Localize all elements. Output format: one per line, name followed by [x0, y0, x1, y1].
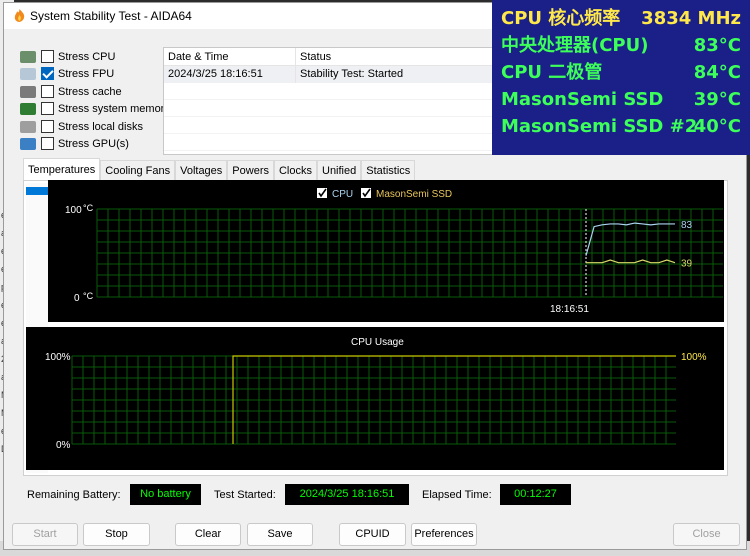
tab-cooling-fans[interactable]: Cooling Fans	[100, 160, 176, 180]
checkbox[interactable]	[41, 102, 54, 115]
stress-option-label: Stress CPU	[58, 50, 116, 63]
overlay-row: MasonSemi SSD 39°C	[501, 87, 741, 113]
checkbox[interactable]	[41, 120, 54, 133]
series-line-cpu	[585, 222, 675, 256]
cpu-usage-chart-svg: CPU Usage 100% 0% 100%	[45, 337, 707, 451]
chart-title: CPU Usage	[351, 337, 404, 348]
log-row-status: Stability Test: Started	[300, 68, 404, 80]
stress-option-label: Stress GPU(s)	[58, 137, 129, 150]
series-end-label: 83	[681, 220, 693, 231]
x-tick-label: 18:16:51	[550, 304, 589, 315]
close-button[interactable]: Close	[673, 523, 740, 546]
stress-option-stress-system-memory[interactable]: Stress system memory	[20, 100, 170, 117]
overlay-sensor-name: MasonSemi SSD #2	[501, 116, 698, 137]
overlay-sensor-value: 84°C	[693, 62, 741, 83]
overlay-row: CPU 核心频率 3834 MHz	[501, 6, 741, 32]
memory-icon	[20, 102, 36, 115]
tab-statistics[interactable]: Statistics	[361, 160, 416, 180]
overlay-row: CPU 二极管 84°C	[501, 60, 741, 86]
checkbox[interactable]	[41, 67, 54, 80]
elapsed-time-value: 00:12:27	[500, 484, 571, 505]
stress-option-label: Stress local disks	[58, 120, 143, 133]
log-row[interactable]: 2024/3/25 18:16:51 Stability Test: Start…	[164, 66, 492, 83]
cpuid-button[interactable]: CPUID	[339, 523, 406, 546]
window-title: System Stability Test - AIDA64	[30, 9, 192, 23]
stress-option-stress-cache[interactable]: Stress cache	[20, 83, 122, 100]
gpu-icon	[20, 137, 36, 150]
disk-icon	[20, 120, 36, 133]
sensor-overlay-panel: CPU 核心频率 3834 MHz 中央处理器(CPU) 83°C CPU 二极管 84°…	[492, 0, 750, 155]
chart-grid	[96, 208, 723, 298]
y-axis-top-label: 100	[65, 205, 82, 216]
log-table: Date & Time Status 2024/3/25 18:16:51 St…	[163, 47, 493, 155]
chart-grid	[71, 355, 676, 445]
overlay-sensor-value: 40°C	[693, 116, 741, 137]
remaining-battery-value: No battery	[130, 484, 201, 505]
start-button[interactable]: Start	[12, 523, 78, 546]
stress-option-stress-fpu[interactable]: Stress FPU	[20, 65, 114, 82]
clear-button[interactable]: Clear	[175, 523, 241, 546]
test-started-label: Test Started:	[214, 489, 276, 501]
fpu-icon	[20, 67, 36, 80]
stress-option-stress-cpu[interactable]: Stress CPU	[20, 48, 115, 65]
selected-sensor[interactable]	[26, 187, 48, 195]
cache-icon	[20, 85, 36, 98]
overlay-row: MasonSemi SSD #2 40°C	[501, 114, 741, 140]
log-header: Date & Time Status	[164, 48, 492, 66]
elapsed-time-label: Elapsed Time:	[422, 489, 492, 501]
overlay-sensor-name: CPU 核心频率	[501, 8, 621, 29]
y-axis-bottom-label: 0%	[56, 440, 71, 451]
series-line-masonsemi-ssd	[586, 259, 676, 264]
temperature-chart-svg: CPU MasonSemi SSD100 °C0 °C18:16:518339	[65, 188, 723, 315]
tab-clocks[interactable]: Clocks	[273, 160, 317, 180]
y-axis-unit-bottom: °C	[83, 291, 94, 301]
column-header-status[interactable]: Status	[296, 48, 492, 65]
legend-label: CPU	[332, 189, 353, 200]
tab-voltages[interactable]: Voltages	[175, 160, 228, 180]
overlay-sensor-name: 中央处理器(CPU)	[501, 35, 649, 56]
checkbox[interactable]	[41, 50, 54, 63]
y-axis-unit-top: °C	[83, 203, 94, 213]
stress-option-stress-gpu-s-[interactable]: Stress GPU(s)	[20, 135, 129, 152]
tab-strip: Temperatures Cooling Fans Voltages Powers Cl…	[23, 158, 416, 180]
legend-label: MasonSemi SSD	[376, 189, 452, 200]
stop-button[interactable]: Stop	[83, 523, 150, 546]
overlay-sensor-value: 83°C	[693, 35, 741, 56]
overlay-sensor-value: 39°C	[693, 89, 741, 110]
y-axis-bottom-label: 0	[74, 293, 80, 304]
remaining-battery-label: Remaining Battery:	[27, 489, 121, 501]
stress-option-label: Stress cache	[58, 85, 122, 98]
test-started-value: 2024/3/25 18:16:51	[285, 484, 409, 505]
stress-option-stress-local-disks[interactable]: Stress local disks	[20, 118, 143, 135]
series-end-label: 100%	[681, 352, 707, 363]
checkbox[interactable]	[41, 137, 54, 150]
overlay-sensor-value: 3834 MHz	[641, 8, 741, 29]
tab-unified[interactable]: Unified	[317, 160, 362, 180]
preferences-button[interactable]: Preferences	[411, 523, 477, 546]
checkbox[interactable]	[41, 85, 54, 98]
column-header-datetime[interactable]: Date & Time	[164, 48, 296, 65]
overlay-sensor-name: MasonSemi SSD	[501, 89, 664, 110]
aida64-flame-icon	[14, 9, 25, 22]
cpu-icon	[20, 50, 36, 63]
stress-option-label: Stress FPU	[58, 67, 115, 80]
overlay-sensor-name: CPU 二极管	[501, 62, 603, 83]
overlay-row: 中央处理器(CPU) 83°C	[501, 33, 741, 59]
tab-temperatures[interactable]: Temperatures	[23, 158, 101, 180]
y-axis-top-label: 100%	[45, 352, 71, 363]
series-end-label: 39	[681, 259, 693, 270]
stress-option-label: Stress system memory	[58, 102, 170, 115]
temperature-chart: CPU MasonSemi SSD 100 °C 0 °C 18:16:51 83 39	[48, 180, 724, 322]
log-row-datetime: 2024/3/25 18:16:51	[164, 66, 296, 83]
cpu-usage-chart: CPU Usage 100% 0% 100%	[26, 327, 724, 470]
save-button[interactable]: Save	[247, 523, 313, 546]
tab-powers[interactable]: Powers	[227, 160, 274, 180]
